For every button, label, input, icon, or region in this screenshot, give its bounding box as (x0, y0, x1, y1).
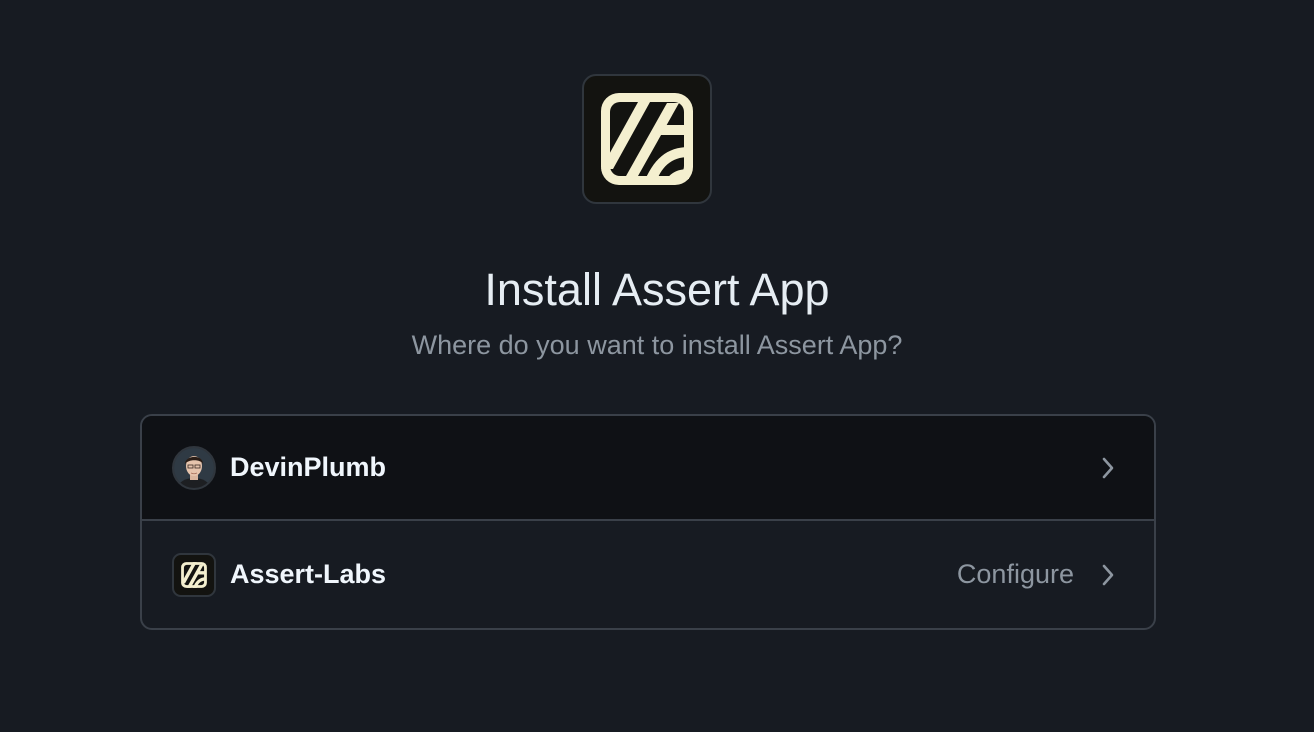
account-row-devinplumb[interactable]: DevinPlumb (142, 416, 1154, 521)
account-list: DevinPlumb Assert-Labs Configure (140, 414, 1156, 630)
page-title: Install Assert App (484, 264, 830, 315)
page-subtitle: Where do you want to install Assert App? (411, 330, 903, 360)
account-row-assert-labs[interactable]: Assert-Labs Configure (142, 521, 1154, 628)
user-avatar (172, 445, 216, 490)
configure-link[interactable]: Configure (957, 559, 1074, 590)
assert-logo-icon (172, 552, 216, 597)
chevron-right-icon (1098, 454, 1118, 482)
install-page: Install Assert App Where do you want to … (0, 0, 1314, 732)
account-name: Assert-Labs (230, 559, 387, 589)
account-name: DevinPlumb (230, 452, 387, 482)
assert-logo-icon (582, 74, 712, 204)
chevron-right-icon (1098, 561, 1118, 589)
